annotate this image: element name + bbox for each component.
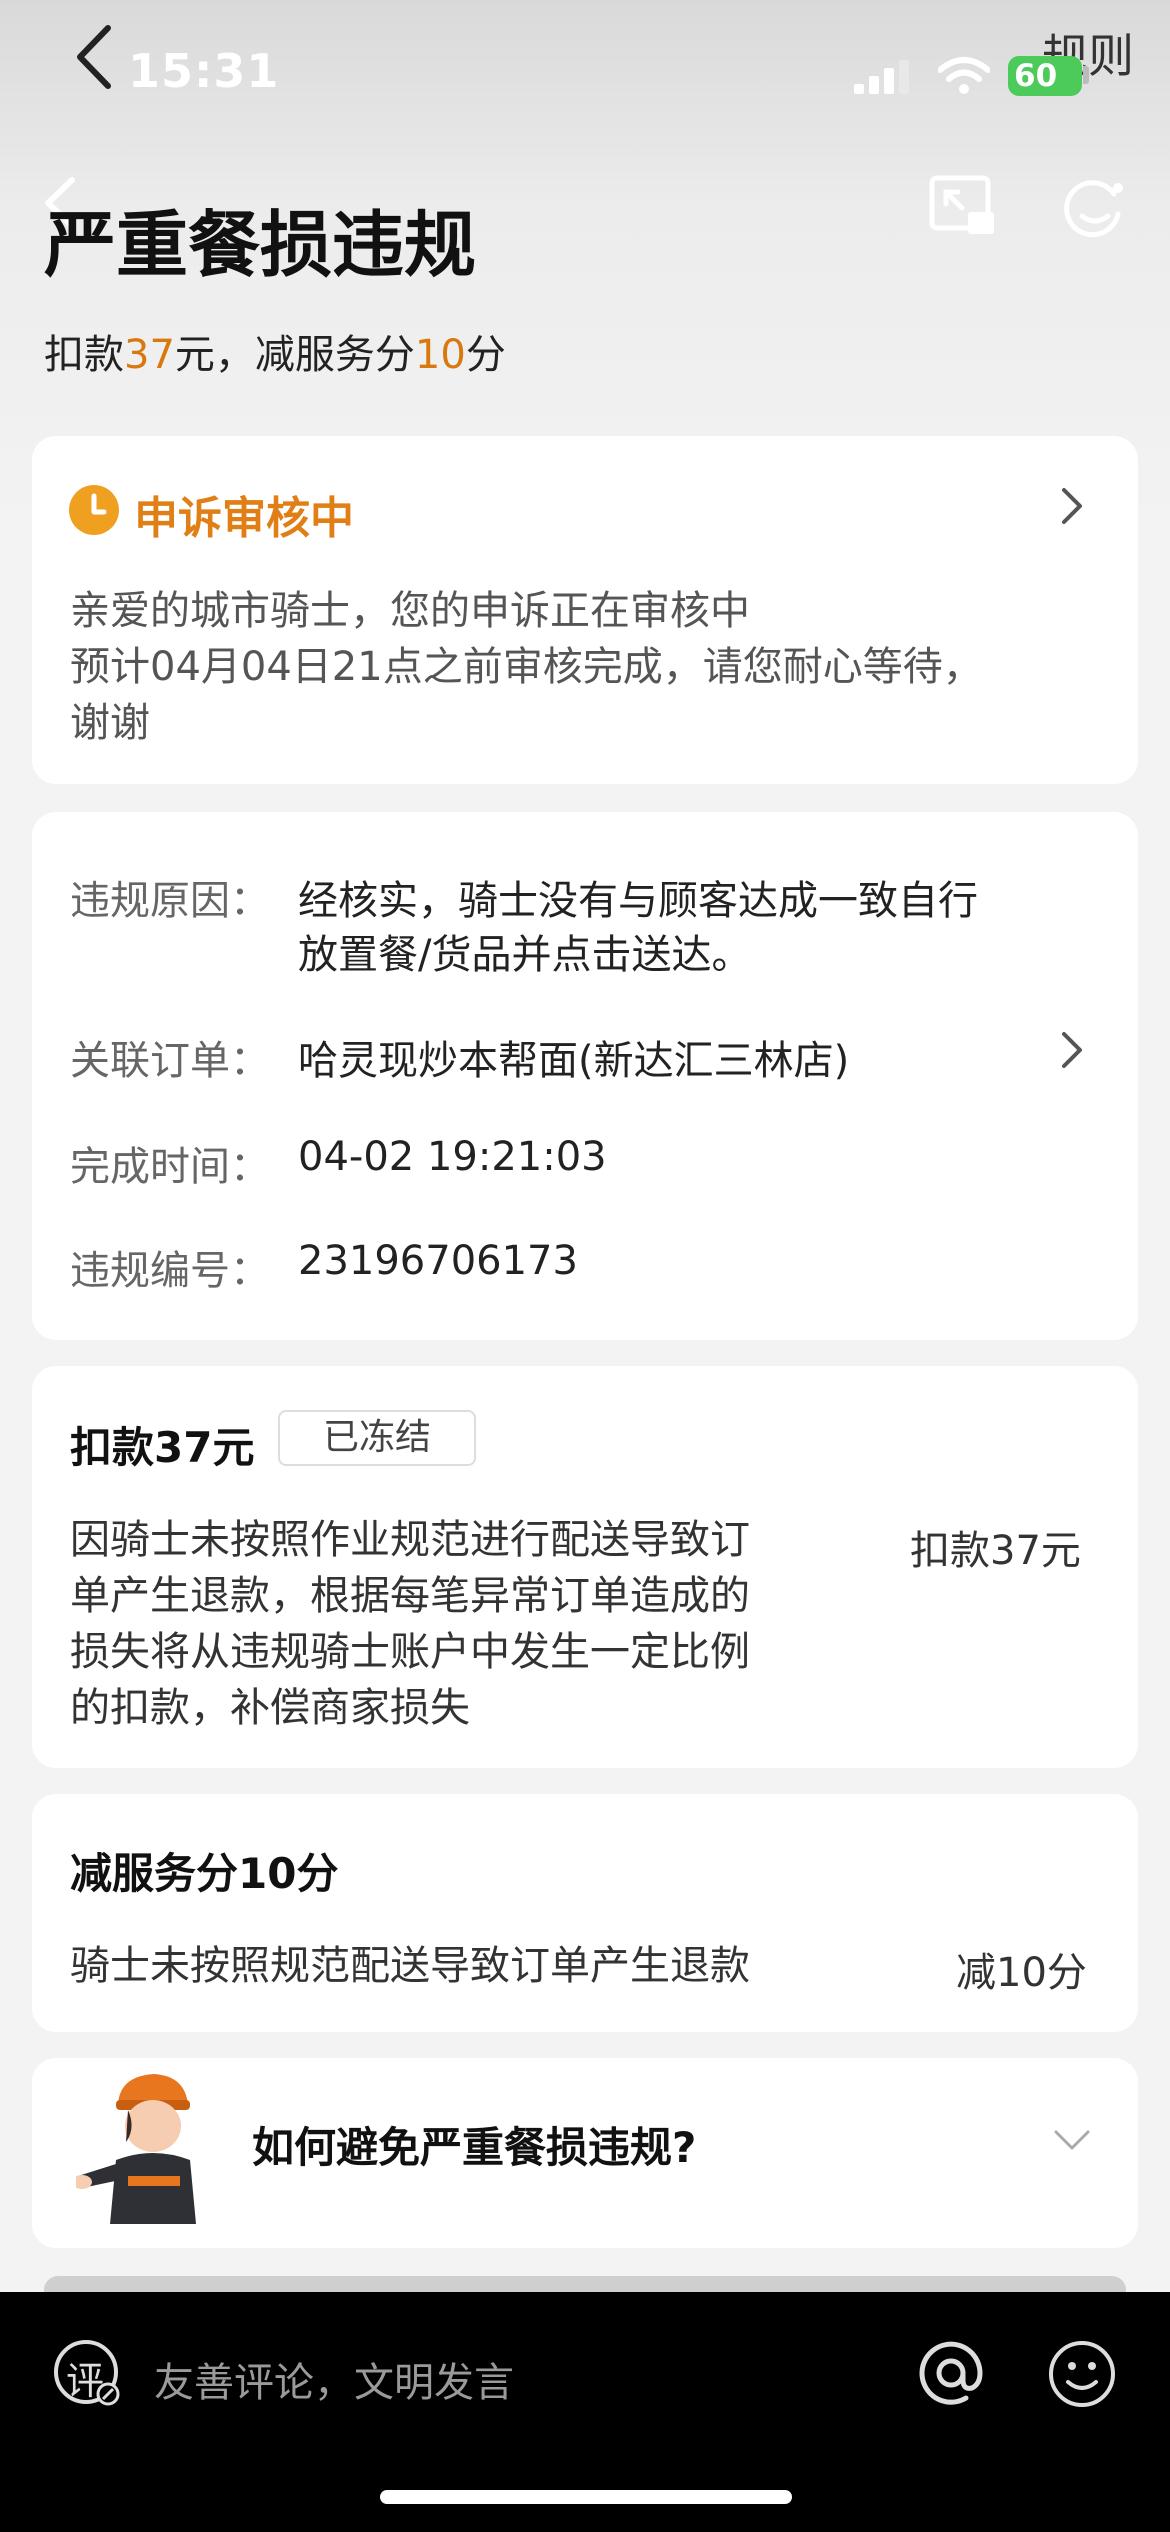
- back-chevron-icon[interactable]: [70, 22, 120, 92]
- wifi-icon: [938, 57, 990, 94]
- reason-value-line2: 放置餐/货品并点击送达。: [298, 932, 752, 978]
- clock-icon: [69, 485, 119, 535]
- chevron-down-icon[interactable]: [1052, 2128, 1092, 2152]
- order-link[interactable]: 哈灵现炒本帮面(新达汇三林店): [298, 1028, 849, 1086]
- home-indicator: [380, 2490, 792, 2504]
- customer-service-icon[interactable]: [1062, 174, 1128, 240]
- score-amount-right: 减10分: [956, 1950, 1087, 1996]
- frozen-badge: 已冻结: [278, 1410, 476, 1466]
- emoji-icon[interactable]: [1046, 2338, 1118, 2410]
- deduction-desc-line1: 因骑士未按照作业规范进行配送导致订: [70, 1517, 750, 1563]
- deduction-desc-line2: 单产生退款，根据每笔异常订单造成的: [70, 1573, 750, 1619]
- fine-amount: 37: [124, 332, 175, 378]
- subtitle-prefix: 扣款: [44, 332, 124, 378]
- completion-time-label: 完成时间：: [70, 1144, 270, 1190]
- chevron-right-icon[interactable]: [1060, 486, 1084, 526]
- deduction-amount: 扣款37元: [910, 1528, 1081, 1574]
- chevron-right-icon[interactable]: [1060, 1030, 1084, 1070]
- at-mention-icon[interactable]: [916, 2338, 986, 2408]
- appeal-message-line2: 预计04月04日21点之前审核完成，请您耐心等待，: [70, 644, 983, 690]
- penalty-summary: 扣款37元，减服务分10分: [44, 322, 506, 380]
- appeal-message-line1: 亲爱的城市骑士，您的申诉正在审核中: [70, 588, 750, 634]
- page-title: 严重餐损违规: [44, 203, 477, 287]
- appeal-message-line3: 谢谢: [70, 700, 150, 746]
- violation-id-value: 23196706173: [298, 1238, 578, 1284]
- share-icon[interactable]: [928, 174, 998, 240]
- comment-icon-text: 评: [66, 2359, 105, 2403]
- subtitle-suffix: 分: [465, 332, 506, 378]
- battery-tip: [1083, 66, 1089, 84]
- appeal-status-title: 申诉审核中: [134, 493, 354, 544]
- cellular-signal-icon: [854, 60, 909, 94]
- deduction-title: 扣款37元: [70, 1423, 255, 1472]
- completion-time-value: 04-02 19:21:03: [298, 1134, 607, 1180]
- deduction-desc-line4: 的扣款，补偿商家损失: [70, 1685, 470, 1731]
- reason-value-line1: 经核实，骑士没有与顾客达成一致自行: [298, 878, 978, 924]
- deduction-desc-line3: 损失将从违规骑士账户中发生一定比例: [70, 1629, 750, 1675]
- rider-avatar-icon: [76, 2074, 196, 2224]
- subtitle-mid: 元，减服务分: [174, 332, 415, 378]
- score-amount: 10: [414, 332, 466, 378]
- faq-title[interactable]: 如何避免严重餐损违规?: [252, 2114, 696, 2175]
- reason-label: 违规原因：: [70, 878, 270, 924]
- score-desc: 骑士未按照规范配送导致订单产生退款: [70, 1943, 750, 1989]
- score-title: 减服务分10分: [70, 1849, 339, 1898]
- violation-id-label: 违规编号：: [70, 1248, 270, 1294]
- status-time: 15:31: [128, 44, 280, 98]
- comment-input[interactable]: 友善评论，文明发言: [154, 2350, 514, 2408]
- order-label: 关联订单：: [70, 1038, 270, 1084]
- battery-indicator: 60: [1008, 56, 1082, 96]
